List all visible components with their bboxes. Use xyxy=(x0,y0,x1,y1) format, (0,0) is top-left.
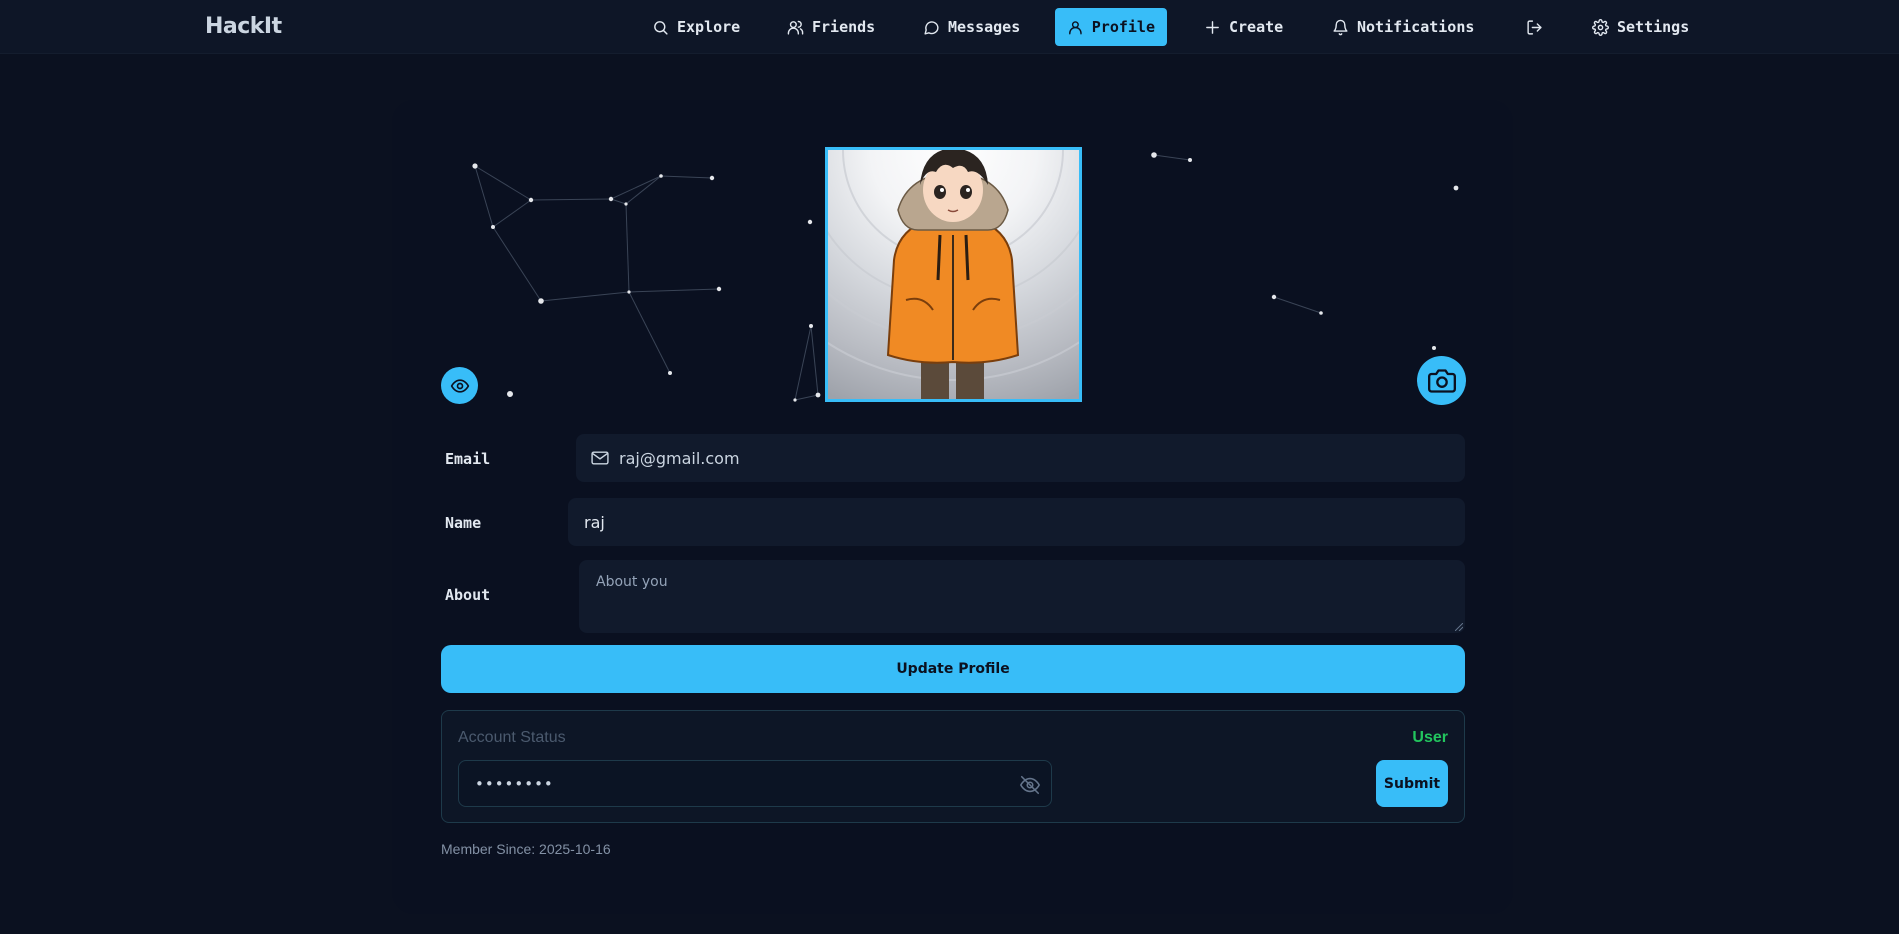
nav-profile[interactable]: Profile xyxy=(1055,8,1167,46)
status-badge: User xyxy=(1412,729,1448,746)
about-textarea[interactable]: About you xyxy=(579,560,1465,633)
nav-friends-label: Friends xyxy=(812,18,876,36)
nav-messages[interactable]: Messages xyxy=(911,8,1032,46)
logout-icon xyxy=(1527,19,1542,35)
nav-create[interactable]: Create xyxy=(1192,8,1295,46)
nav-settings-label: Settings xyxy=(1617,18,1690,36)
eye-off-icon xyxy=(1019,775,1041,795)
brand-logo[interactable]: HackIt xyxy=(205,14,282,39)
nav-create-label: Create xyxy=(1229,18,1284,36)
profile-card: Email raj@gmail.com Name raj About About… xyxy=(392,100,1513,914)
friends-icon xyxy=(787,20,804,35)
account-status-panel: Account Status User •••••••• Submit xyxy=(441,710,1465,823)
mail-icon xyxy=(591,451,609,465)
top-navbar: HackIt Explore Friends Messages Profile … xyxy=(0,0,1899,54)
bell-icon xyxy=(1333,19,1348,35)
name-input[interactable]: raj xyxy=(568,498,1465,546)
view-profile-button[interactable] xyxy=(441,367,478,404)
name-label: Name xyxy=(445,514,482,532)
nav-notifications-label: Notifications xyxy=(1357,18,1475,36)
nav-explore[interactable]: Explore xyxy=(640,8,752,46)
logout-button[interactable] xyxy=(1514,8,1555,46)
profile-avatar[interactable] xyxy=(825,147,1082,402)
nav-notifications[interactable]: Notifications xyxy=(1320,8,1486,46)
change-photo-button[interactable] xyxy=(1417,356,1466,405)
nav-profile-label: Profile xyxy=(1091,18,1155,36)
email-value: raj@gmail.com xyxy=(619,448,740,468)
about-label: About xyxy=(445,586,491,604)
resize-handle-icon[interactable] xyxy=(1455,623,1463,631)
nav-explore-label: Explore xyxy=(677,18,741,36)
password-input[interactable]: •••••••• xyxy=(458,760,1052,807)
user-icon xyxy=(1069,20,1082,34)
toggle-password-visibility[interactable] xyxy=(1019,774,1041,796)
name-value: raj xyxy=(584,512,605,532)
nav-friends[interactable]: Friends xyxy=(775,8,887,46)
plus-icon xyxy=(1206,20,1219,34)
nav-settings[interactable]: Settings xyxy=(1580,8,1701,46)
account-status-title: Account Status xyxy=(458,729,566,746)
submit-button[interactable]: Submit xyxy=(1376,760,1448,807)
camera-icon xyxy=(1427,368,1456,393)
email-label: Email xyxy=(445,450,491,468)
search-icon xyxy=(654,20,668,35)
nav-messages-label: Messages xyxy=(948,18,1021,36)
email-field: raj@gmail.com xyxy=(576,434,1465,482)
password-value: •••••••• xyxy=(475,774,554,793)
about-placeholder: About you xyxy=(596,574,668,590)
avatar-illustration xyxy=(828,150,1079,399)
gear-icon xyxy=(1592,18,1609,36)
member-since-text: Member Since: 2025-10-16 xyxy=(441,841,611,857)
update-profile-button[interactable]: Update Profile xyxy=(441,645,1465,693)
eye-icon xyxy=(450,378,469,393)
message-icon xyxy=(924,20,939,35)
